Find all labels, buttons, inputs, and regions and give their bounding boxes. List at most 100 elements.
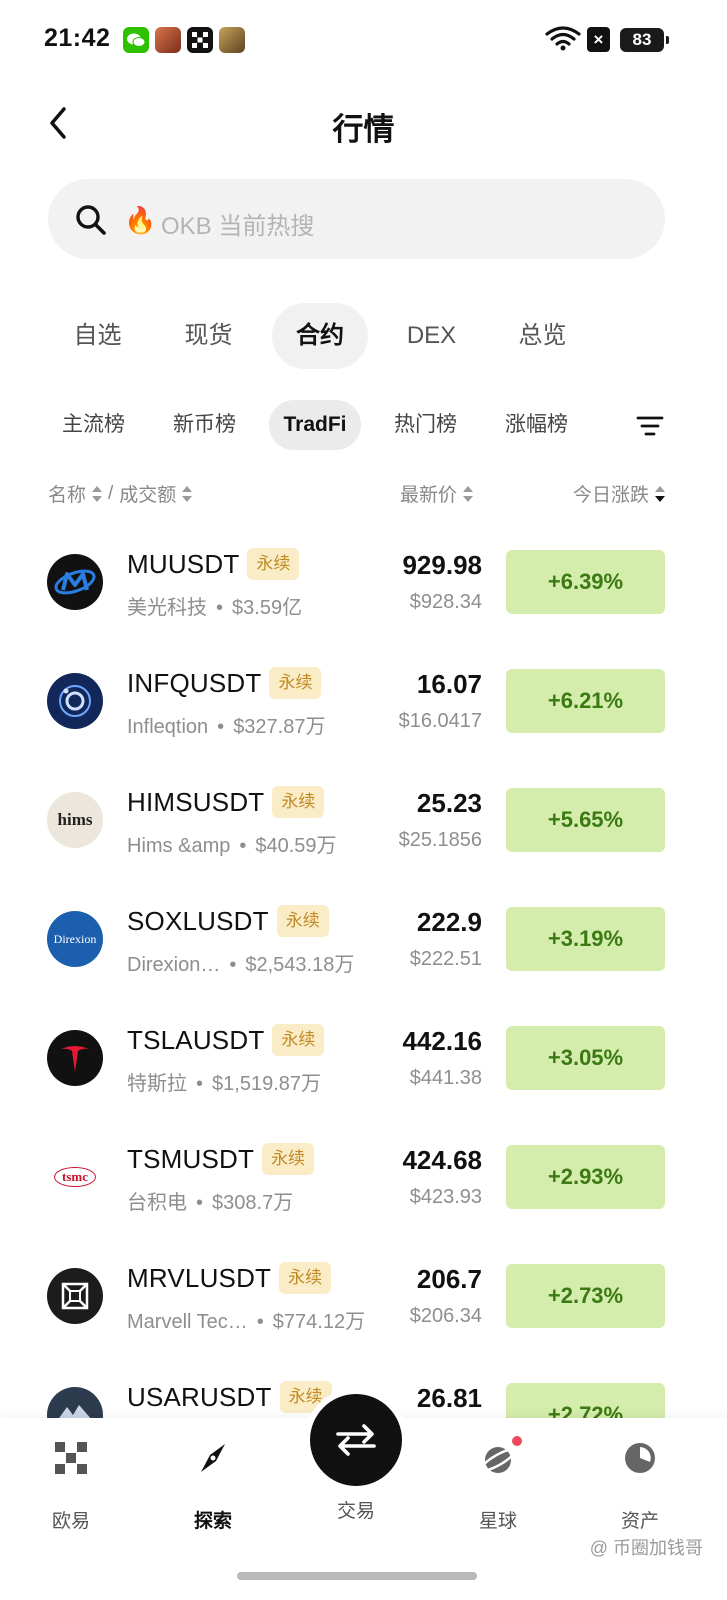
symbol: USARUSDT [127, 1381, 272, 1412]
usd-price: $25.1856 [398, 829, 482, 851]
micron-logo-icon [47, 554, 103, 610]
nav-label: 资产 [620, 1511, 659, 1532]
subtab-new-coins[interactable]: 新币榜 [149, 400, 260, 450]
symbol: TSLAUSDT [127, 1024, 265, 1055]
sort-icon [182, 485, 193, 503]
subtab-gainers[interactable]: 涨幅榜 [481, 400, 592, 450]
volume: $327.87万 [233, 716, 326, 738]
market-list: MUUSDT 永续 美光科技 • $3.59亿 929.98 $928.34 +6.… [0, 520, 727, 1420]
symbol: TSMUSDT [127, 1143, 255, 1174]
notification-dot [510, 1434, 524, 1448]
nav-okx[interactable]: 欧易 [21, 1438, 121, 1533]
last-price: 26.81 [416, 1383, 482, 1413]
usd-price: $928.34 [409, 591, 482, 613]
subtab-hot[interactable]: 热门榜 [370, 400, 481, 450]
change-badge[interactable]: +2.72% [506, 1383, 665, 1420]
perpetual-badge: 永续 [272, 786, 325, 818]
tab-dex[interactable]: DEX [376, 303, 487, 369]
symbol: MRVLUSDT [127, 1262, 272, 1293]
pie-chart-icon [620, 1438, 660, 1478]
marvell-logo-icon [47, 1268, 103, 1324]
asset-name: 台积电 [127, 1192, 187, 1214]
perpetual-badge: 永续 [272, 1024, 325, 1056]
perpetual-badge: 永续 [276, 905, 329, 937]
col-price[interactable]: 最新价 [400, 480, 474, 507]
symbol: SOXLUSDT [127, 905, 269, 936]
subtab-tradfi[interactable]: TradFi [269, 400, 361, 450]
usar-logo-icon [47, 1387, 103, 1420]
change-badge[interactable]: +2.93% [506, 1145, 665, 1209]
asset-name: 特斯拉 [127, 1073, 187, 1095]
usd-price: $206.34 [409, 1305, 482, 1327]
nav-label: 探索 [193, 1511, 232, 1532]
market-row[interactable]: MUUSDT 永续 美光科技 • $3.59亿 929.98 $928.34 +6.… [0, 520, 727, 639]
nav-assets[interactable]: 资产 [590, 1438, 690, 1533]
tsmc-logo-text: tsmc [62, 1169, 88, 1184]
change-badge[interactable]: +6.21% [506, 669, 665, 733]
trade-button[interactable] [310, 1394, 402, 1486]
usd-price: $423.93 [409, 1186, 482, 1208]
asset-name: Hims &amp [127, 835, 231, 857]
search-placeholder: OKB 当前热搜 [161, 213, 315, 240]
market-row[interactable]: tsmc TSMUSDT 永续 台积电 • $308.7万 424.68 $423.… [0, 1115, 727, 1234]
market-row[interactable]: TSLAUSDT 永续 特斯拉 • $1,519.87万 442.16 $441.3… [0, 996, 727, 1115]
symbol: HIMSUSDT [127, 786, 265, 817]
nav-label: 星球 [478, 1511, 517, 1532]
market-row[interactable]: Direxion SOXLUSDT 永续 Direxion… • $2,543.18… [0, 877, 727, 996]
filter-icon [636, 416, 664, 436]
change-badge[interactable]: +2.73% [506, 1264, 665, 1328]
last-price: 929.98 [402, 550, 482, 580]
asset-name: Marvell Tec… [127, 1311, 248, 1333]
last-price: 206.7 [416, 1264, 482, 1294]
market-row[interactable]: INFQUSDT 永续 Infleqtion • $327.87万 16.07 $1… [0, 639, 727, 758]
last-price: 442.16 [402, 1026, 482, 1056]
tab-overview[interactable]: 总览 [487, 303, 598, 369]
direxion-logo-icon: Direxion [47, 911, 103, 967]
infleqtion-logo-icon [47, 673, 103, 729]
fire-icon: 🔥 [124, 205, 157, 235]
okx-icon [187, 27, 213, 53]
main-tabs: 自选 现货 合约 DEX 总览 [42, 303, 598, 369]
asset-name: Direxion… [127, 954, 221, 976]
planet-icon [478, 1434, 524, 1478]
change-badge[interactable]: +6.39% [506, 550, 665, 614]
market-row[interactable]: MRVLUSDT 永续 Marvell Tec… • $774.12万 206.7 … [0, 1234, 727, 1353]
home-indicator[interactable] [237, 1572, 477, 1580]
col-price-label: 最新价 [400, 485, 458, 506]
okx-grid-icon [51, 1438, 91, 1478]
wifi-icon [545, 26, 581, 51]
tab-watchlist[interactable]: 自选 [42, 303, 153, 369]
market-row[interactable]: hims HIMSUSDT 永续 Hims &amp • $40.59万 25.23… [0, 758, 727, 877]
search-input[interactable]: 🔥 OKB 当前热搜 [48, 179, 665, 259]
col-volume-label: 成交额 [119, 485, 177, 506]
nav-label: 欧易 [51, 1511, 90, 1532]
perpetual-badge: 永续 [262, 1143, 315, 1175]
nav-planet[interactable]: 星球 [448, 1434, 548, 1533]
sim-off-icon: × [587, 27, 610, 52]
nav-label: 交易 [336, 1501, 375, 1522]
asset-name: Infleqtion [127, 716, 209, 738]
tab-futures[interactable]: 合约 [272, 303, 368, 369]
subtab-mainstream[interactable]: 主流榜 [38, 400, 149, 450]
change-badge[interactable]: +5.65% [506, 788, 665, 852]
direxion-logo-text: Direxion [53, 931, 97, 946]
compass-icon [193, 1438, 233, 1478]
search-icon [76, 205, 106, 235]
tab-spot[interactable]: 现货 [153, 303, 264, 369]
col-change-label: 今日涨跌 [572, 485, 649, 506]
watermark: @ 币圈加钱哥 [589, 1538, 703, 1558]
nav-explore[interactable]: 探索 [163, 1438, 263, 1533]
filter-button[interactable] [628, 406, 672, 446]
col-name-volume[interactable]: 名称 / 成交额 [48, 480, 193, 507]
usd-price: $441.38 [409, 1067, 482, 1089]
col-change[interactable]: 今日涨跌 [573, 480, 665, 507]
tabs-fade [585, 398, 625, 452]
volume: $40.59万 [255, 835, 337, 857]
game-icon-2 [219, 27, 245, 53]
last-price: 424.68 [402, 1145, 482, 1175]
volume: $1,519.87万 [212, 1073, 321, 1095]
asset-name: 美光科技 [127, 597, 207, 619]
symbol: INFQUSDT [127, 667, 262, 698]
change-badge[interactable]: +3.19% [506, 907, 665, 971]
change-badge[interactable]: +3.05% [506, 1026, 665, 1090]
